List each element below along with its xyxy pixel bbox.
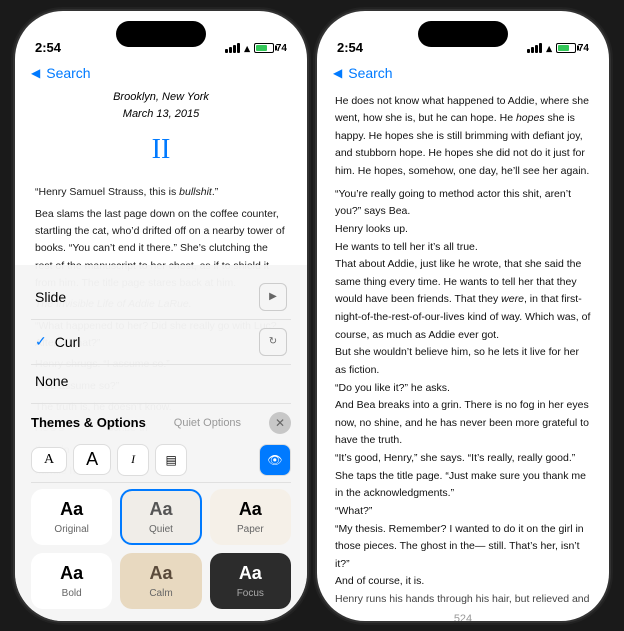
theme-focus[interactable]: Aa Focus [210,553,291,609]
slide-option-none[interactable]: None [31,365,291,397]
page-number: 524 [317,609,609,621]
book-date: March 13, 2015 [35,106,287,124]
curl-icon: ↻ [259,328,287,356]
slide-menu: Slide ▶ ✓ Curl ↻ None [15,265,307,403]
theme-quiet-aa: Aa [149,499,172,520]
wifi-icon: ▴ [244,42,250,55]
bottom-panel: Slide ▶ ✓ Curl ↻ None Themes & Options Q… [15,265,307,621]
rp-9: “It’s good, Henry,” she says. “It’s real… [335,450,591,503]
search-bar-right[interactable]: ◀ Search [317,61,609,89]
theme-paper-aa: Aa [239,499,262,520]
rp-1: He does not know what happened to Addie,… [335,93,591,181]
theme-calm-name: Calm [149,588,172,599]
phones-container: 2:54 ▴ 74 ◀ Search Brooklyn, New York Ma… [15,11,609,621]
battery-icon-right: 74 [556,43,589,54]
rp-6: But she wouldn’t believe him, so he lets… [335,344,591,379]
rp-13: Henry runs his hands through his hair, b… [335,591,591,609]
theme-quiet[interactable]: Aa Quiet [120,489,201,545]
battery-icon: 74 [254,43,287,54]
book-location: Brooklyn, New York [35,89,287,107]
theme-calm[interactable]: Aa Calm [120,553,201,609]
slide-icon: ▶ [259,283,287,311]
themes-title: Themes & Options [31,415,146,430]
rp-7: “Do you like it?” he asks. [335,380,591,398]
theme-original-aa: Aa [60,499,83,520]
search-bar-left[interactable]: ◀ Search [15,61,307,89]
rp-8: And Bea breaks into a grin. There is no … [335,397,591,450]
theme-bold-name: Bold [62,588,82,599]
font-style-button[interactable]: I [117,444,149,476]
rp-11: “My thesis. Remember? I wanted to do it … [335,521,591,574]
rp-4: He wants to tell her it’s all true. [335,239,591,257]
theme-original[interactable]: Aa Original [31,489,112,545]
rp-5: That about Addie, just like he wrote, th… [335,256,591,344]
theme-focus-aa: Aa [239,563,262,584]
spacing-button[interactable]: ▤ [155,444,187,476]
theme-calm-aa: Aa [149,563,172,584]
eye-button[interactable]: 👁 [259,444,291,476]
font-size-small[interactable]: A [31,447,67,473]
font-size-large[interactable]: A [73,444,111,475]
left-phone: 2:54 ▴ 74 ◀ Search Brooklyn, New York Ma… [15,11,307,621]
theme-grid: Aa Original Aa Quiet Aa Paper Aa Bold Aa [15,483,307,621]
theme-original-name: Original [54,524,88,535]
status-icons-right: ▴ 74 [527,42,589,55]
theme-bold-aa: Aa [60,563,83,584]
close-button[interactable]: ✕ [269,412,291,434]
rp-2: “You’re really going to method actor thi… [335,186,591,221]
slide-option-slide[interactable]: Slide ▶ [31,275,291,320]
book-content-right: He does not know what happened to Addie,… [317,89,609,609]
dynamic-island [116,21,206,47]
theme-focus-name: Focus [237,588,264,599]
theme-quiet-name: Quiet [149,524,173,535]
theme-paper[interactable]: Aa Paper [210,489,291,545]
quiet-option-label: Quiet Options [174,417,241,429]
font-controls: A A I ▤ 👁 [15,438,307,482]
time-left: 2:54 [35,40,61,55]
book-header: Brooklyn, New York March 13, 2015 II [35,89,287,173]
theme-bold[interactable]: Aa Bold [31,553,112,609]
rp-10: “What?” [335,503,591,521]
status-icons-left: ▴ 74 [225,42,287,55]
theme-paper-name: Paper [237,524,264,535]
signal-icon-right [527,43,542,53]
dynamic-island-right [418,21,508,47]
chapter-number: II [35,128,287,173]
right-phone: 2:54 ▴ 74 ◀ Search He does not know what… [317,11,609,621]
signal-icon [225,43,240,53]
wifi-icon-right: ▴ [546,42,552,55]
slide-option-curl[interactable]: ✓ Curl ↻ [31,320,291,365]
time-right: 2:54 [337,40,363,55]
rp-12: And of course, it is. [335,573,591,591]
para-1: “Henry Samuel Strauss, this is bullshit.… [35,184,287,201]
rp-3: Henry looks up. [335,221,591,239]
themes-header: Themes & Options Quiet Options ✕ [15,404,307,438]
